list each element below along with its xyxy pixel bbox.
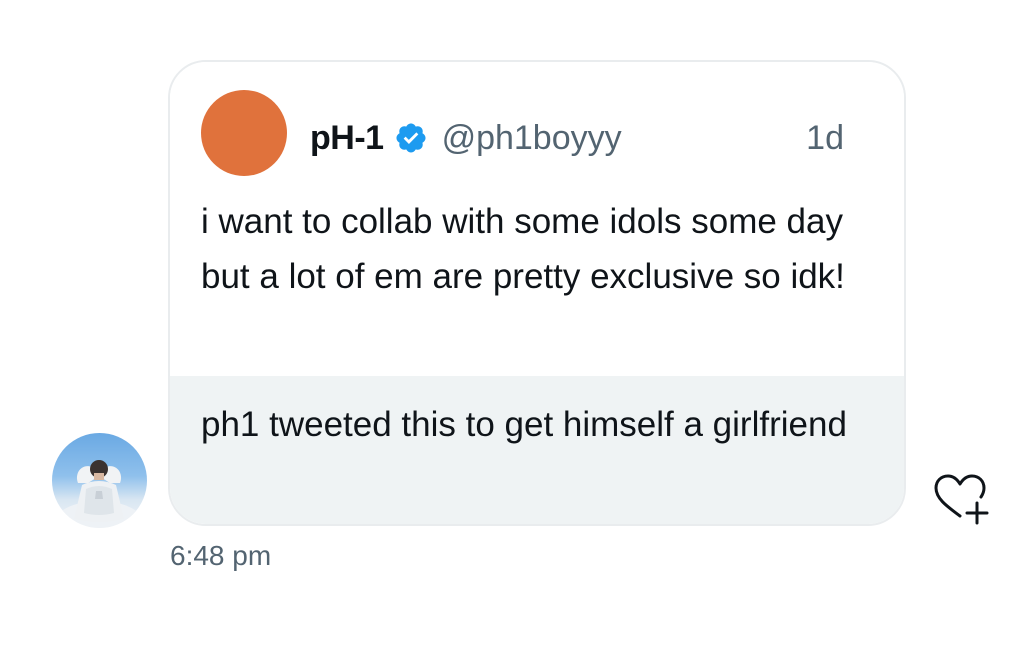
- quoted-tweet-avatar[interactable]: [201, 90, 287, 176]
- quoted-tweet-text: i want to collab with some idols some da…: [201, 202, 845, 296]
- author-handle[interactable]: @ph1boyyy: [442, 119, 622, 158]
- dm-conversation: pH-1 @ph1boyyy 1d i want to collab with …: [0, 0, 1024, 646]
- verified-badge-icon: [394, 121, 428, 155]
- add-reaction-button[interactable]: [928, 472, 992, 528]
- message-timestamp: 6:48 pm: [170, 540, 272, 571]
- message-text-area: ph1 tweeted this to get himself a girlfr…: [170, 376, 904, 524]
- tweet-time-ago[interactable]: 1d: [806, 112, 844, 164]
- author-display-name[interactable]: pH-1: [310, 119, 384, 158]
- message-bubble[interactable]: pH-1 @ph1boyyy 1d i want to collab with …: [168, 60, 906, 526]
- quoted-tweet-header: pH-1 @ph1boyyy 1d: [310, 112, 844, 164]
- sender-avatar[interactable]: [52, 433, 147, 528]
- message-text: ph1 tweeted this to get himself a girlfr…: [201, 405, 847, 444]
- quoted-tweet-card[interactable]: pH-1 @ph1boyyy 1d i want to collab with …: [170, 62, 904, 376]
- heart-plus-icon: [934, 474, 989, 525]
